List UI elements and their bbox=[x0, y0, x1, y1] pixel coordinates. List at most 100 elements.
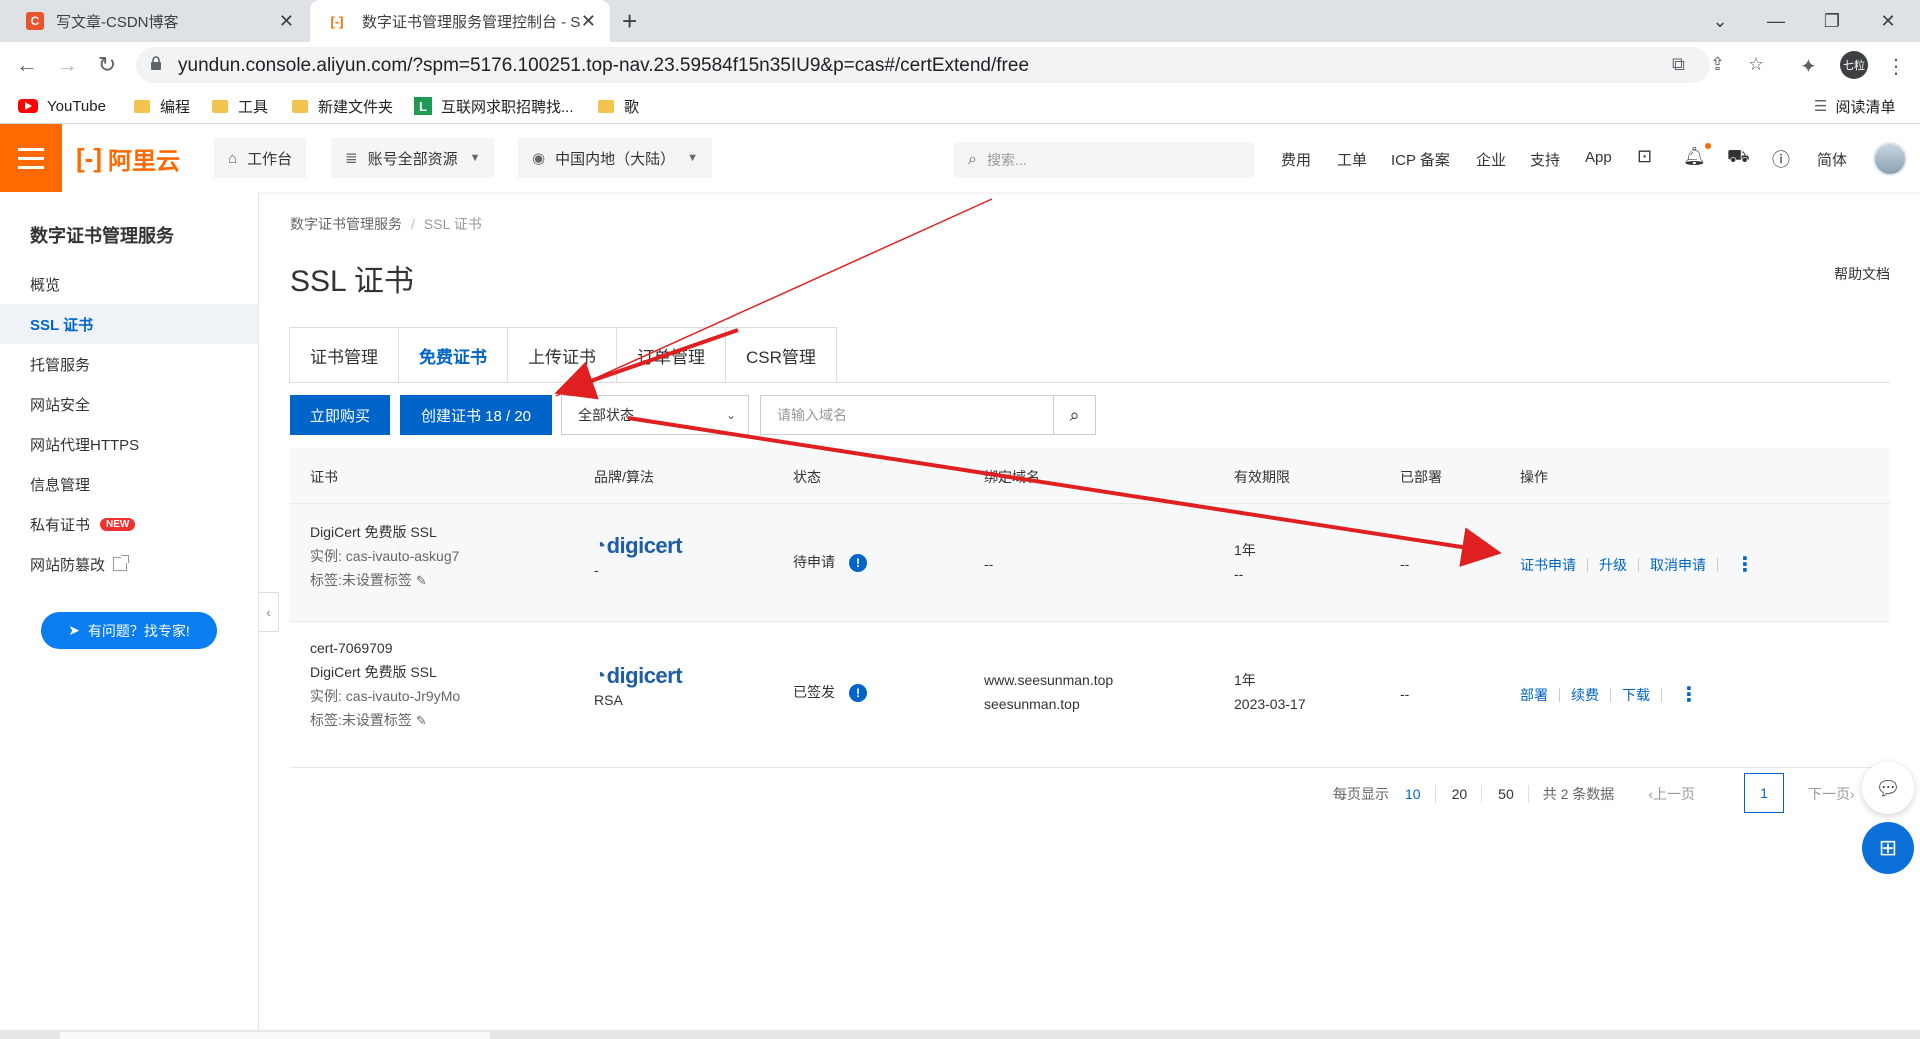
apps-grid-icon[interactable]: ⊞ bbox=[1862, 822, 1914, 874]
minimize-icon[interactable]: — bbox=[1748, 0, 1804, 42]
tab-search-chevron-icon[interactable]: ⌄ bbox=[1692, 0, 1748, 42]
new-tab-button[interactable]: + bbox=[622, 6, 637, 37]
sidebar-item-site-security[interactable]: 网站安全 bbox=[0, 384, 258, 424]
deployed-cell: -- bbox=[1400, 556, 1410, 572]
nav-link-app[interactable]: App bbox=[1585, 149, 1612, 166]
edit-pencil-icon[interactable]: ✎ bbox=[416, 569, 427, 593]
page-size-option[interactable]: 10 bbox=[1405, 786, 1421, 802]
domain-search-input[interactable]: 请输入域名 ⌕ bbox=[760, 395, 1096, 435]
status-filter-select[interactable]: 全部状态 ⌄ bbox=[561, 395, 749, 435]
maximize-icon[interactable]: ❐ bbox=[1804, 0, 1860, 42]
forward-arrow-icon[interactable]: → bbox=[52, 50, 82, 80]
page-size-option[interactable]: 20 bbox=[1452, 786, 1468, 802]
page-number-current[interactable]: 1 bbox=[1744, 773, 1784, 813]
nav-link-ticket[interactable]: 工单 bbox=[1337, 149, 1367, 170]
address-bar[interactable]: yundun.console.aliyun.com/?spm=5176.1002… bbox=[136, 47, 1764, 83]
hamburger-menu-icon[interactable] bbox=[0, 124, 62, 192]
sidebar-item-tamper-protection[interactable]: 网站防篡改 bbox=[0, 544, 258, 584]
cancel-apply-link[interactable]: 取消申请 bbox=[1650, 555, 1706, 575]
buy-now-button[interactable]: 立即购买 bbox=[290, 395, 390, 435]
bookmark-folder[interactable]: 编程 bbox=[134, 94, 190, 118]
bookmark-folder[interactable]: 工具 bbox=[212, 94, 268, 118]
bell-icon[interactable]: 🔔︎ bbox=[1683, 146, 1706, 167]
sidebar-item-ssl-cert[interactable]: SSL 证书 bbox=[0, 304, 258, 344]
aliyun-logo[interactable]: [-] 阿里云 bbox=[76, 142, 180, 175]
tab-csr-management[interactable]: CSR管理 bbox=[725, 327, 837, 383]
help-circle-icon[interactable]: ⓘ bbox=[1772, 146, 1790, 172]
bookmark-youtube[interactable]: YouTube bbox=[18, 94, 106, 118]
apply-cert-link[interactable]: 证书申请 bbox=[1520, 555, 1576, 575]
upgrade-link[interactable]: 升级 bbox=[1599, 555, 1627, 575]
sidebar-item-proxy-https[interactable]: 网站代理HTTPS bbox=[0, 424, 258, 464]
action-separator bbox=[1559, 687, 1560, 702]
browser-tab-aliyun[interactable]: [-] 数字证书管理服务管理控制台 - S ✕ bbox=[310, 0, 610, 42]
cert-expiry: 2023-03-17 bbox=[1234, 696, 1306, 712]
translate-icon[interactable]: ⧉ bbox=[1672, 54, 1685, 75]
reading-list[interactable]: ☰ 阅读清单 bbox=[1814, 94, 1895, 118]
prev-page-label: 上一页 bbox=[1652, 786, 1695, 802]
nav-link-icp[interactable]: ICP 备案 bbox=[1391, 149, 1450, 170]
console-search-input[interactable]: ⌕ 搜索... bbox=[954, 142, 1254, 178]
user-avatar[interactable] bbox=[1873, 142, 1907, 176]
download-link[interactable]: 下载 bbox=[1622, 685, 1650, 705]
cert-expiry: -- bbox=[1234, 566, 1244, 582]
nav-link-support[interactable]: 支持 bbox=[1530, 149, 1560, 170]
tab-upload-cert[interactable]: 上传证书 bbox=[507, 327, 617, 383]
validity-cell: 1年 -- bbox=[1234, 538, 1256, 586]
bookmark-folder[interactable]: 歌 bbox=[598, 94, 639, 118]
scrollbar-thumb[interactable] bbox=[60, 1032, 490, 1039]
sidebar-item-overview[interactable]: 概览 bbox=[0, 264, 258, 304]
extensions-puzzle-icon[interactable]: ✦ bbox=[1800, 54, 1817, 79]
pager-divider bbox=[1434, 785, 1436, 803]
tab-cert-management[interactable]: 证书管理 bbox=[289, 327, 399, 383]
renew-link[interactable]: 续费 bbox=[1571, 685, 1599, 705]
sidebar-item-private-cert[interactable]: 私有证书 NEW bbox=[0, 504, 258, 544]
info-icon[interactable]: ! bbox=[849, 554, 867, 573]
tab-free-cert[interactable]: 免费证书 bbox=[398, 327, 508, 383]
language-switch[interactable]: 简体 bbox=[1817, 149, 1847, 170]
workbench-button[interactable]: ⌂ 工作台 bbox=[214, 138, 307, 178]
tab-order-management[interactable]: 订单管理 bbox=[616, 327, 726, 383]
back-arrow-icon[interactable]: ← bbox=[12, 50, 42, 80]
create-cert-button[interactable]: 创建证书 18 / 20 bbox=[400, 395, 552, 435]
horizontal-scrollbar[interactable] bbox=[0, 1030, 1920, 1039]
browser-menu-icon[interactable]: ⋮ bbox=[1886, 54, 1906, 79]
share-icon[interactable]: ⇪ bbox=[1710, 54, 1725, 75]
sidebar-item-hosting[interactable]: 托管服务 bbox=[0, 344, 258, 384]
bookmark-star-icon[interactable]: ☆ bbox=[1748, 54, 1764, 75]
ask-expert-button[interactable]: ➤ 有问题？找专家! bbox=[41, 612, 217, 649]
brand-name: digicert bbox=[606, 533, 683, 558]
cert-tag[interactable]: 标签:未设置标签 ✎ bbox=[310, 568, 459, 593]
more-actions-icon[interactable]: ⋮ bbox=[1679, 682, 1699, 707]
help-doc-link[interactable]: 帮助文档 bbox=[1834, 264, 1890, 284]
tab-close-icon[interactable]: ✕ bbox=[279, 11, 294, 32]
bookmark-folder[interactable]: 新建文件夹 bbox=[292, 94, 393, 118]
next-page-button[interactable]: 下一页 › bbox=[1808, 784, 1855, 804]
page-size-option[interactable]: 50 bbox=[1498, 786, 1514, 802]
terminal-icon[interactable]: ⊡ bbox=[1637, 146, 1652, 167]
edit-pencil-icon[interactable]: ✎ bbox=[416, 709, 427, 733]
prev-page-button[interactable]: ‹上一页 bbox=[1648, 784, 1695, 804]
account-resources-dropdown[interactable]: ≣ 账号全部资源 ▼ bbox=[331, 138, 495, 178]
search-placeholder: 搜索... bbox=[986, 152, 1027, 168]
deploy-link[interactable]: 部署 bbox=[1520, 685, 1548, 705]
search-icon[interactable]: ⌕ bbox=[1053, 396, 1095, 434]
cert-tag[interactable]: 标签:未设置标签 ✎ bbox=[310, 708, 460, 733]
domain-cell: www.seesunman.top seesunman.top bbox=[984, 668, 1113, 716]
tab-close-icon[interactable]: ✕ bbox=[581, 11, 596, 32]
nav-link-enterprise[interactable]: 企业 bbox=[1476, 149, 1506, 170]
sidebar-item-info-mgmt[interactable]: 信息管理 bbox=[0, 464, 258, 504]
info-icon[interactable]: ! bbox=[849, 684, 867, 703]
nav-link-fees[interactable]: 费用 bbox=[1281, 149, 1311, 170]
browser-tab-csdn[interactable]: C 写文章-CSDN博客 ✕ bbox=[14, 0, 308, 42]
profile-avatar[interactable]: 七粒 bbox=[1840, 51, 1868, 79]
region-dropdown[interactable]: ◉ 中国内地（大陆） ▼ bbox=[518, 138, 712, 178]
chat-feedback-icon[interactable]: 💬︎ bbox=[1862, 762, 1914, 814]
more-actions-icon[interactable]: ⋮ bbox=[1735, 552, 1755, 577]
reload-icon[interactable]: ↻ bbox=[92, 50, 122, 80]
window-close-icon[interactable]: ✕ bbox=[1860, 0, 1916, 42]
cart-icon[interactable]: ⛟ bbox=[1727, 146, 1750, 170]
breadcrumb-link[interactable]: 数字证书管理服务 bbox=[290, 216, 402, 232]
bookmark-site[interactable]: L 互联网求职招聘找... bbox=[414, 94, 574, 118]
digicert-logo: ◔ digicert bbox=[594, 664, 683, 688]
